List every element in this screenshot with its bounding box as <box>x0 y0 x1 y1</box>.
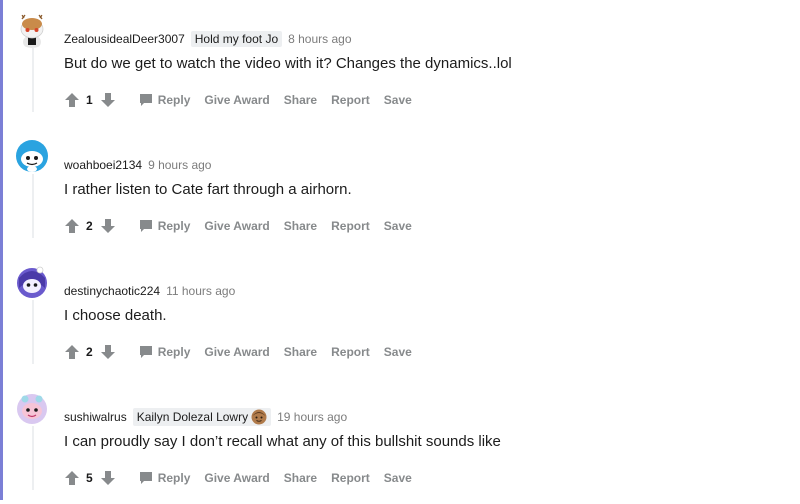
reply-button[interactable]: Reply <box>138 470 191 486</box>
upvote-icon[interactable] <box>64 92 80 108</box>
save-button[interactable]: Save <box>384 219 412 233</box>
give-award-button[interactable]: Give Award <box>204 219 269 233</box>
share-button[interactable]: Share <box>284 345 317 359</box>
comment-actions: 2 Reply Give Award Share Report Save <box>64 342 412 362</box>
save-button[interactable]: Save <box>384 345 412 359</box>
flair-text: Kailyn Dolezal Lowry <box>136 410 249 424</box>
flair-text: Hold my foot Jo <box>194 32 279 46</box>
username[interactable]: woahboei2134 <box>64 158 142 172</box>
comment: destinychaotic224 11 hours ago I choose … <box>0 252 800 378</box>
comment: sushiwalrus Kailyn Dolezal Lowry 19 hour… <box>0 378 800 504</box>
comment-bubble-icon <box>138 92 154 108</box>
user-flair: Kailyn Dolezal Lowry <box>132 408 272 426</box>
report-button[interactable]: Report <box>331 471 370 485</box>
comment: woahboei2134 9 hours ago I rather listen… <box>0 126 800 252</box>
give-award-button[interactable]: Give Award <box>204 471 269 485</box>
share-button[interactable]: Share <box>284 219 317 233</box>
give-award-button[interactable]: Give Award <box>204 93 269 107</box>
save-button[interactable]: Save <box>384 471 412 485</box>
comment-bubble-icon <box>138 344 154 360</box>
give-award-button[interactable]: Give Award <box>204 345 269 359</box>
vote-score: 2 <box>86 345 93 359</box>
vote-score: 2 <box>86 219 93 233</box>
comment-bubble-icon <box>138 218 154 234</box>
upvote-icon[interactable] <box>64 470 80 486</box>
upvote-icon[interactable] <box>64 218 80 234</box>
timestamp[interactable]: 8 hours ago <box>288 32 351 46</box>
comment-meta: sushiwalrus Kailyn Dolezal Lowry 19 hour… <box>64 408 347 426</box>
downvote-icon[interactable] <box>100 218 116 234</box>
share-button[interactable]: Share <box>284 93 317 107</box>
comment-bubble-icon <box>138 470 154 486</box>
user-flair: Hold my foot Jo <box>190 31 283 47</box>
comment-body: I choose death. <box>64 307 167 324</box>
vote-score: 5 <box>86 471 93 485</box>
comment-actions: 2 Reply Give Award Share Report Save <box>64 216 412 236</box>
comment: ZealousidealDeer3007 Hold my foot Jo 8 h… <box>0 0 800 126</box>
save-button[interactable]: Save <box>384 93 412 107</box>
reply-label: Reply <box>157 219 191 233</box>
downvote-icon[interactable] <box>100 92 116 108</box>
thread-line[interactable] <box>32 174 34 238</box>
comment-meta: ZealousidealDeer3007 Hold my foot Jo 8 h… <box>64 31 352 47</box>
reply-label: Reply <box>157 93 191 107</box>
username[interactable]: destinychaotic224 <box>64 284 160 298</box>
comment-body: I rather listen to Cate fart through a a… <box>64 181 352 198</box>
comment-body: But do we get to watch the video with it… <box>64 55 512 72</box>
timestamp[interactable]: 11 hours ago <box>166 284 235 298</box>
downvote-icon[interactable] <box>100 470 116 486</box>
reply-button[interactable]: Reply <box>138 344 191 360</box>
comment-meta: destinychaotic224 11 hours ago <box>64 283 235 299</box>
upvote-icon[interactable] <box>64 344 80 360</box>
thread-line[interactable] <box>32 300 34 364</box>
snoo-deer-avatar-icon[interactable] <box>14 12 50 48</box>
snoo-purple-avatar-icon[interactable] <box>14 264 50 300</box>
report-button[interactable]: Report <box>331 93 370 107</box>
username[interactable]: ZealousidealDeer3007 <box>64 32 185 46</box>
report-button[interactable]: Report <box>331 345 370 359</box>
reply-button[interactable]: Reply <box>138 218 191 234</box>
thread-line[interactable] <box>32 426 34 490</box>
snoo-pink-avatar-icon[interactable] <box>14 390 50 426</box>
share-button[interactable]: Share <box>284 471 317 485</box>
timestamp[interactable]: 9 hours ago <box>148 158 211 172</box>
downvote-icon[interactable] <box>100 344 116 360</box>
reply-button[interactable]: Reply <box>138 92 191 108</box>
report-button[interactable]: Report <box>331 219 370 233</box>
thread-line[interactable] <box>32 48 34 112</box>
snoo-blue-avatar-icon[interactable] <box>14 138 50 174</box>
reply-label: Reply <box>157 471 191 485</box>
reply-label: Reply <box>157 345 191 359</box>
comment-actions: 5 Reply Give Award Share Report Save <box>64 468 412 488</box>
username[interactable]: sushiwalrus <box>64 410 127 424</box>
timestamp[interactable]: 19 hours ago <box>277 410 347 424</box>
comment-actions: 1 Reply Give Award Share Report Save <box>64 90 412 110</box>
comment-body: I can proudly say I don’t recall what an… <box>64 433 501 450</box>
comment-meta: woahboei2134 9 hours ago <box>64 157 211 173</box>
vote-score: 1 <box>86 93 93 107</box>
face-emoji-icon <box>251 409 267 425</box>
